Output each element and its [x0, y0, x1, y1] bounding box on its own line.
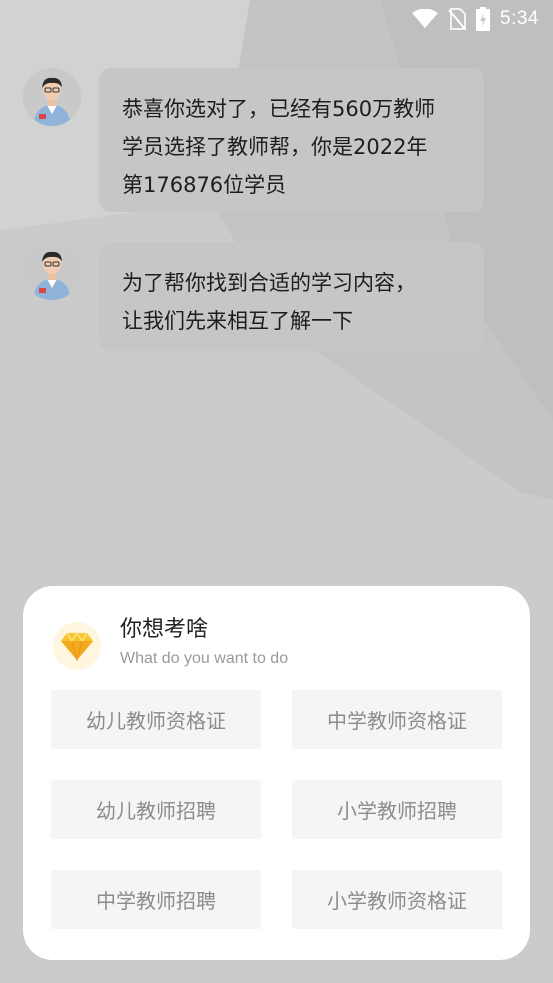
option-kindergarten-recruitment[interactable]: 幼儿教师招聘	[51, 780, 261, 839]
option-primary-school-certificate[interactable]: 小学教师资格证	[292, 870, 502, 929]
exam-selection-panel: 你想考啥 What do you want to do 幼儿教师资格证 中学教师…	[23, 586, 530, 960]
chat-bubble: 恭喜你选对了，已经有560万教师 学员选择了教师帮，你是2022年 第17687…	[99, 68, 484, 212]
panel-title: 你想考啥	[120, 617, 209, 642]
wifi-icon	[412, 9, 439, 29]
teacher-avatar	[23, 68, 81, 126]
chat-bubble: 为了帮你找到合适的学习内容， 让我们先来相互了解一下	[99, 242, 484, 351]
message-line: 第176876位学员	[122, 173, 287, 197]
panel-subtitle: What do you want to do	[120, 650, 289, 667]
option-kindergarten-certificate[interactable]: 幼儿教师资格证	[51, 690, 261, 749]
panel-header: 你想考啥 What do you want to do	[53, 616, 288, 676]
no-sim-icon	[448, 8, 467, 30]
message-line: 为了帮你找到合适的学习内容，	[122, 271, 416, 295]
option-primary-school-recruitment[interactable]: 小学教师招聘	[292, 780, 502, 839]
option-middle-school-recruitment[interactable]: 中学教师招聘	[51, 870, 261, 929]
diamond-icon	[53, 622, 101, 670]
message-line: 让我们先来相互了解一下	[122, 309, 353, 333]
message-line: 学员选择了教师帮，你是2022年	[122, 135, 428, 159]
status-bar: 5:34	[0, 0, 553, 38]
message-line: 恭喜你选对了，已经有560万教师	[122, 97, 436, 121]
battery-charging-icon	[476, 7, 491, 31]
status-time: 5:34	[500, 8, 539, 29]
teacher-avatar	[23, 242, 81, 300]
option-middle-school-certificate[interactable]: 中学教师资格证	[292, 690, 502, 749]
